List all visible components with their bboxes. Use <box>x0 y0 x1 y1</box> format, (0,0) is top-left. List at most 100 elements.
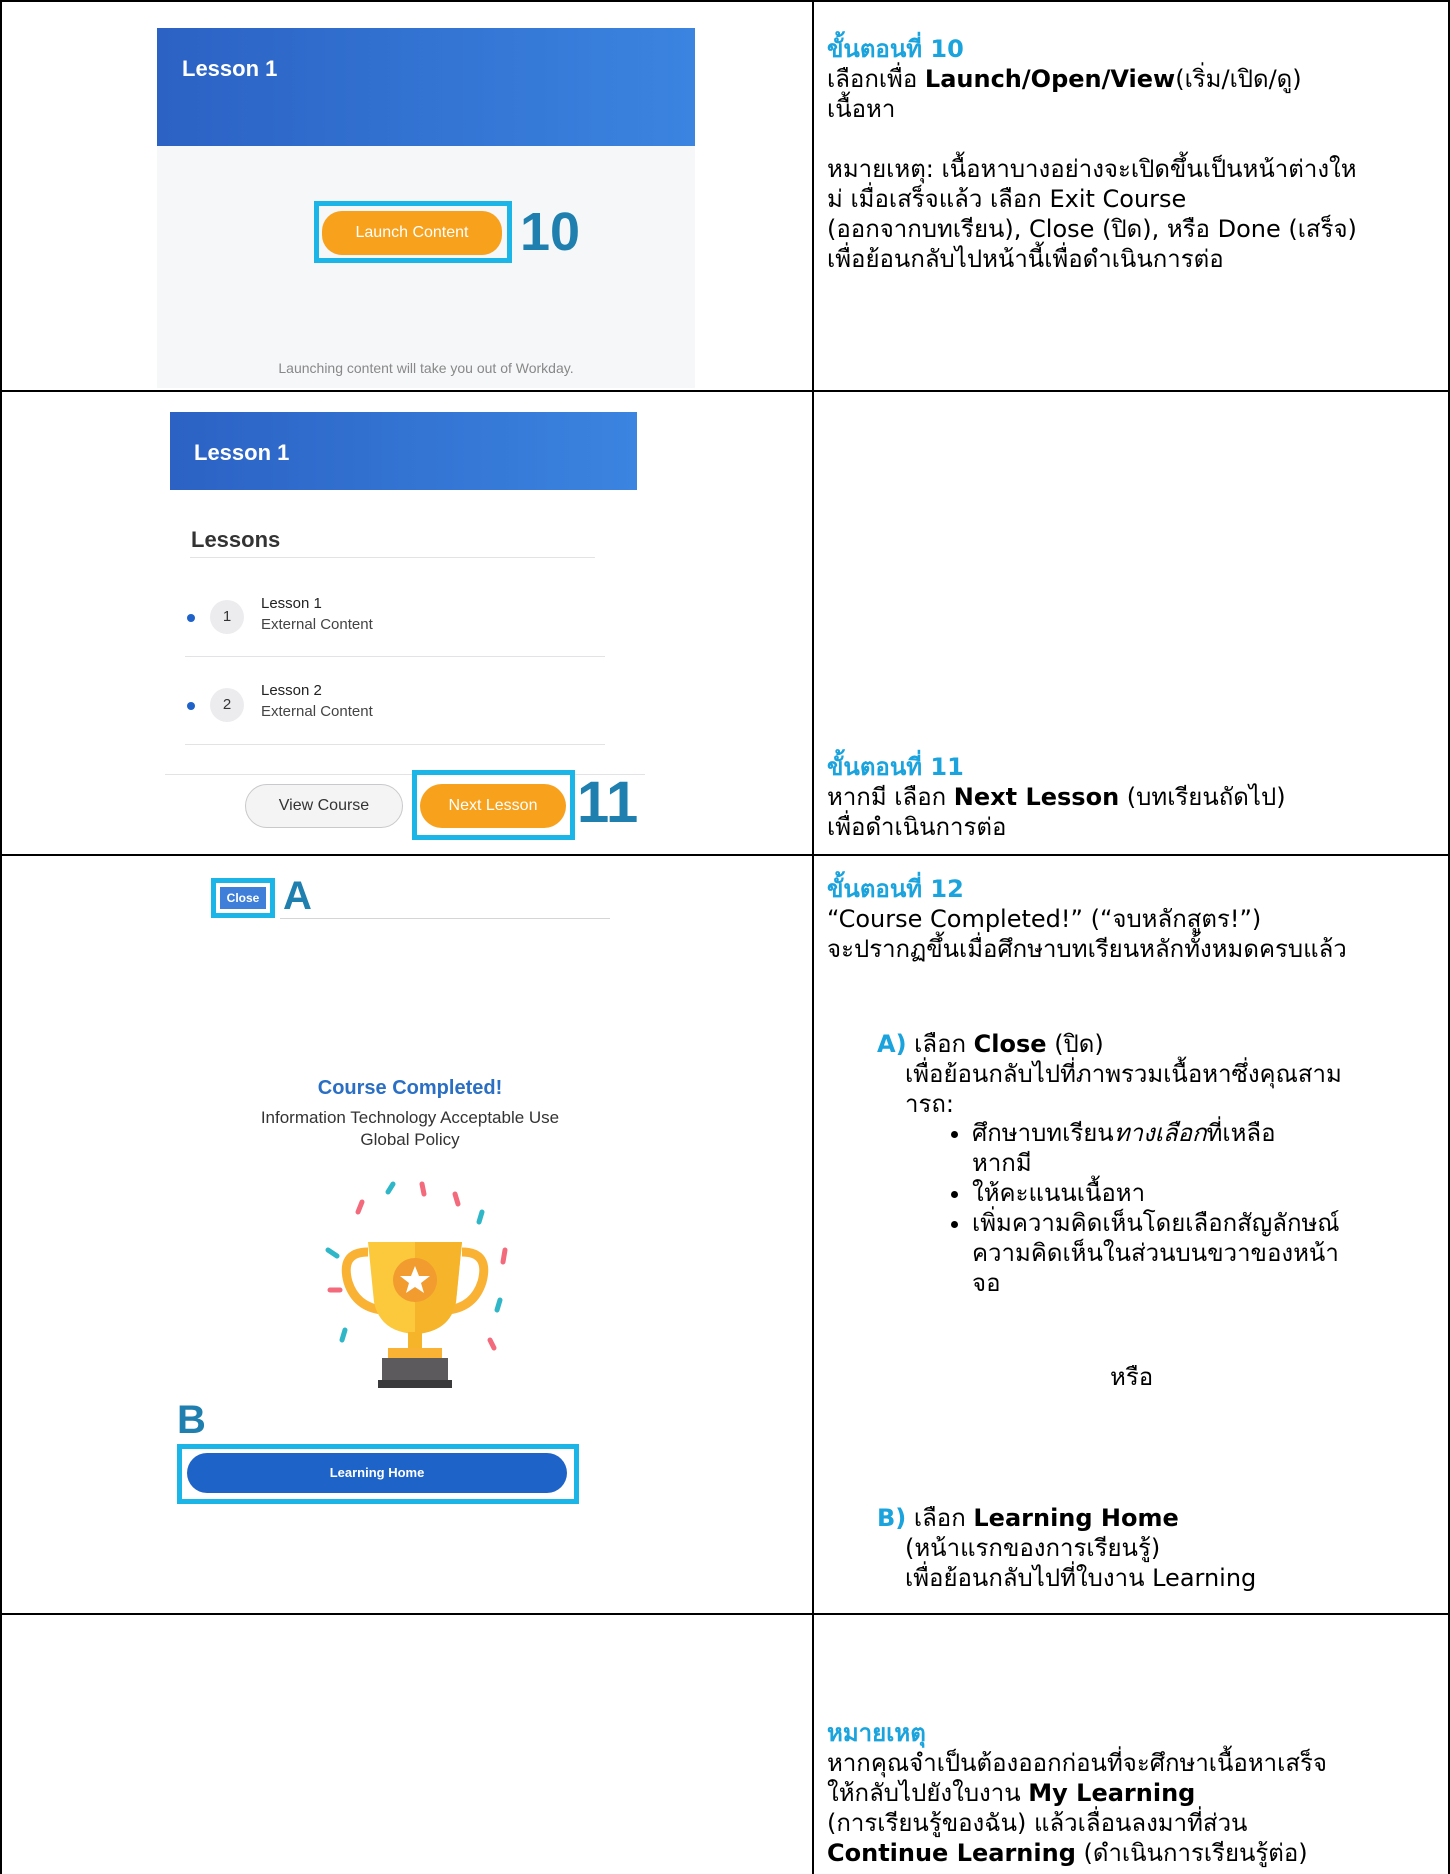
step-marker-10: 10 <box>520 202 581 262</box>
step11-line1-post: (บทเรียนถัดไป) <box>1119 783 1286 811</box>
highlight-box-10 <box>314 201 512 263</box>
step10-line1-post: (เริ่ม/เปิด/ดู) <box>1175 65 1302 93</box>
course-name-line2: Global Policy <box>360 1130 460 1149</box>
step10-line2: เนื้อหา <box>827 95 896 123</box>
note-line4-post: (ดำเนินการเรียนรู้ต่อ) <box>1075 1839 1308 1867</box>
note-line2-bold: My Learning <box>1028 1779 1196 1807</box>
option-a-desc1: เพื่อย้อนกลับไปที่ภาพรวมเนื้อหาซึ่งคุณสา… <box>905 1060 1342 1088</box>
bullet3-l1: เพิ่มความคิดเห็นโดยเลือกสัญลักษณ์ <box>972 1209 1340 1237</box>
step11-text: ขั้นตอนที่ 11 หากมี เลือก Next Lesson (บ… <box>827 752 1437 842</box>
step11-line1: หากมี เลือก Next Lesson (บทเรียนถัดไป) <box>827 782 1437 812</box>
view-course-button[interactable]: View Course <box>245 784 403 828</box>
note-line4: Continue Learning (ดำเนินการเรียนรู้ต่อ) <box>827 1838 1437 1868</box>
or-label: หรือ <box>1110 1363 1154 1391</box>
close-button[interactable]: Close <box>211 878 275 918</box>
step11-line2: เพื่อดำเนินการต่อ <box>827 813 1007 841</box>
unread-dot <box>187 702 195 710</box>
highlight-box-11 <box>412 770 575 840</box>
option-a-bold: Close <box>973 1030 1047 1058</box>
option-a-bullets: ศึกษาบทเรียนทางเลือกที่เหลือหากมี ให้คะแ… <box>827 1118 1437 1298</box>
step12-text: ขั้นตอนที่ 12 “Course Completed!” (“จบหล… <box>827 874 1437 964</box>
step11-title: ขั้นตอนที่ 11 <box>827 753 964 781</box>
bullet-item: เพิ่มความคิดเห็นโดยเลือกสัญลักษณ์ความคิด… <box>972 1208 1437 1298</box>
launch-footer-note: Launching content will take you out of W… <box>278 360 574 376</box>
step10-note-4: เพื่อย้อนกลับไปหน้านี้เพื่อดำเนินการต่อ <box>827 245 1224 273</box>
divider <box>280 918 610 919</box>
bullet1-post: ที่เหลือ <box>1206 1119 1276 1147</box>
learning-home-button[interactable]: Learning Home <box>187 1453 567 1493</box>
unread-dot <box>187 614 195 622</box>
trophy-icon <box>325 1181 508 1388</box>
divider <box>185 744 605 745</box>
lesson-header: Lesson 1 <box>157 28 695 146</box>
bullet-item: ศึกษาบทเรียนทางเลือกที่เหลือหากมี <box>972 1118 1437 1178</box>
note-text: หมายเหตุ หากคุณจำเป็นต้องออกก่อนที่จะศึก… <box>827 1718 1437 1868</box>
view-course-label: View Course <box>278 797 370 814</box>
learning-home-label: Learning Home <box>329 1465 425 1480</box>
lesson-header-title: Lesson 1 <box>182 56 278 81</box>
note-title: หมายเหตุ <box>827 1719 926 1747</box>
table-border-top <box>0 0 1450 2</box>
close-label: Close <box>226 891 260 905</box>
bullet3-l3: จอ <box>972 1269 1001 1297</box>
note-line3: (การเรียนรู้ของฉัน) แล้วเลื่อนลงมาที่ส่ว… <box>827 1809 1248 1837</box>
option-a-desc2: ารถ: <box>905 1090 954 1118</box>
option-b-line2: (หน้าแรกของการเรียนรู้) <box>905 1534 1161 1562</box>
option-b-bold: Learning Home <box>973 1504 1179 1532</box>
course-completed-title: Course Completed! <box>317 1077 503 1099</box>
step12-line2: จะปรากฏขึ้นเมื่อศึกษาบทเรียนหลักทั้งหมดค… <box>827 935 1347 963</box>
step12-title: ขั้นตอนที่ 12 <box>827 875 964 903</box>
option-a-line: A) เลือก Close (ปิด) <box>877 1029 1437 1059</box>
option-b-pre: เลือก <box>906 1504 974 1532</box>
option-a-label: A) <box>877 1030 907 1058</box>
bullet-list: ศึกษาบทเรียนทางเลือกที่เหลือหากมี ให้คะแ… <box>827 1118 1437 1298</box>
step10-note-3: (ออกจากบทเรียน), Close (ปิด), หรือ Done … <box>827 215 1357 243</box>
lesson-header: Lesson 1 <box>170 412 637 490</box>
lesson-type: External Content <box>261 703 373 720</box>
option-b: B) เลือก Learning Home (หน้าแรกของการเรี… <box>877 1503 1437 1593</box>
note-line4-bold: Continue Learning <box>827 1839 1076 1867</box>
step10-text: ขั้นตอนที่ 10 เลือกเพื่อ Launch/Open/Vie… <box>827 34 1437 274</box>
bullet2: ให้คะแนนเนื้อหา <box>972 1179 1146 1207</box>
step-marker-11: 11 <box>577 770 639 835</box>
lesson-number-badge: 1 <box>210 600 244 634</box>
lesson-title: Lesson 2 <box>261 682 322 699</box>
lessons-section-title: Lessons <box>191 527 281 552</box>
course-completed-screenshot: Close A Course Completed! Information Te… <box>177 870 615 1610</box>
row-divider-3 <box>0 1613 1450 1615</box>
option-b-line3: เพื่อย้อนกลับไปที่ใบงาน Learning <box>905 1564 1257 1592</box>
note-line2: ให้กลับไปยังใบงาน My Learning <box>827 1778 1437 1808</box>
step10-note-1: หมายเหตุ: เนื้อหาบางอย่างจะเปิดขึ้นเป็นห… <box>827 155 1357 183</box>
step10-line1-pre: เลือกเพื่อ <box>827 65 925 93</box>
marker-b: B <box>177 1398 206 1442</box>
option-a: A) เลือก Close (ปิด) เพื่อย้อนกลับไปที่ภ… <box>877 1029 1437 1119</box>
option-a-pre: เลือก <box>906 1030 974 1058</box>
row-divider-2 <box>0 854 1450 856</box>
divider <box>185 656 605 657</box>
row-divider-1 <box>0 390 1450 392</box>
lesson-type: External Content <box>261 616 373 633</box>
step11-line1-pre: หากมี เลือก <box>827 783 954 811</box>
table-border-left <box>0 0 2 1874</box>
bullet1-pre: ศึกษาบทเรียน <box>972 1119 1114 1147</box>
step10-note-2: ม่ เมื่อเสร็จแล้ว เลือก Exit Course <box>827 185 1187 213</box>
next-lesson-screenshot: Lesson 1 Lessons 1 Lesson 1 External Con… <box>165 412 645 852</box>
option-a-post: (ปิด) <box>1046 1030 1104 1058</box>
bullet1-line2: หากมี <box>972 1149 1032 1177</box>
course-name-line1: Information Technology Acceptable Use <box>260 1108 560 1127</box>
launch-content-screenshot: Lesson 1 Launch Content 10 Launching con… <box>157 28 695 388</box>
bullet-item: ให้คะแนนเนื้อหา <box>972 1178 1437 1208</box>
step10-line1: เลือกเพื่อ Launch/Open/View(เริ่ม/เปิด/ด… <box>827 64 1437 94</box>
marker-a: A <box>283 874 312 918</box>
lesson-title: Lesson 1 <box>261 595 322 612</box>
bullet1-italic: ทางเลือก <box>1113 1119 1207 1147</box>
step11-line1-bold: Next Lesson <box>953 783 1120 811</box>
lesson-number-badge: 2 <box>210 688 244 722</box>
step10-line1-bold: Launch/Open/View <box>924 65 1176 93</box>
bullet3-l2: ความคิดเห็นในส่วนบนขวาของหน้า <box>972 1239 1339 1267</box>
note-line1: หากคุณจำเป็นต้องออกก่อนที่จะศึกษาเนื้อหา… <box>827 1749 1327 1777</box>
column-divider <box>812 0 814 1874</box>
divider <box>190 557 595 558</box>
note-line2-pre: ให้กลับไปยังใบงาน <box>827 1779 1029 1807</box>
